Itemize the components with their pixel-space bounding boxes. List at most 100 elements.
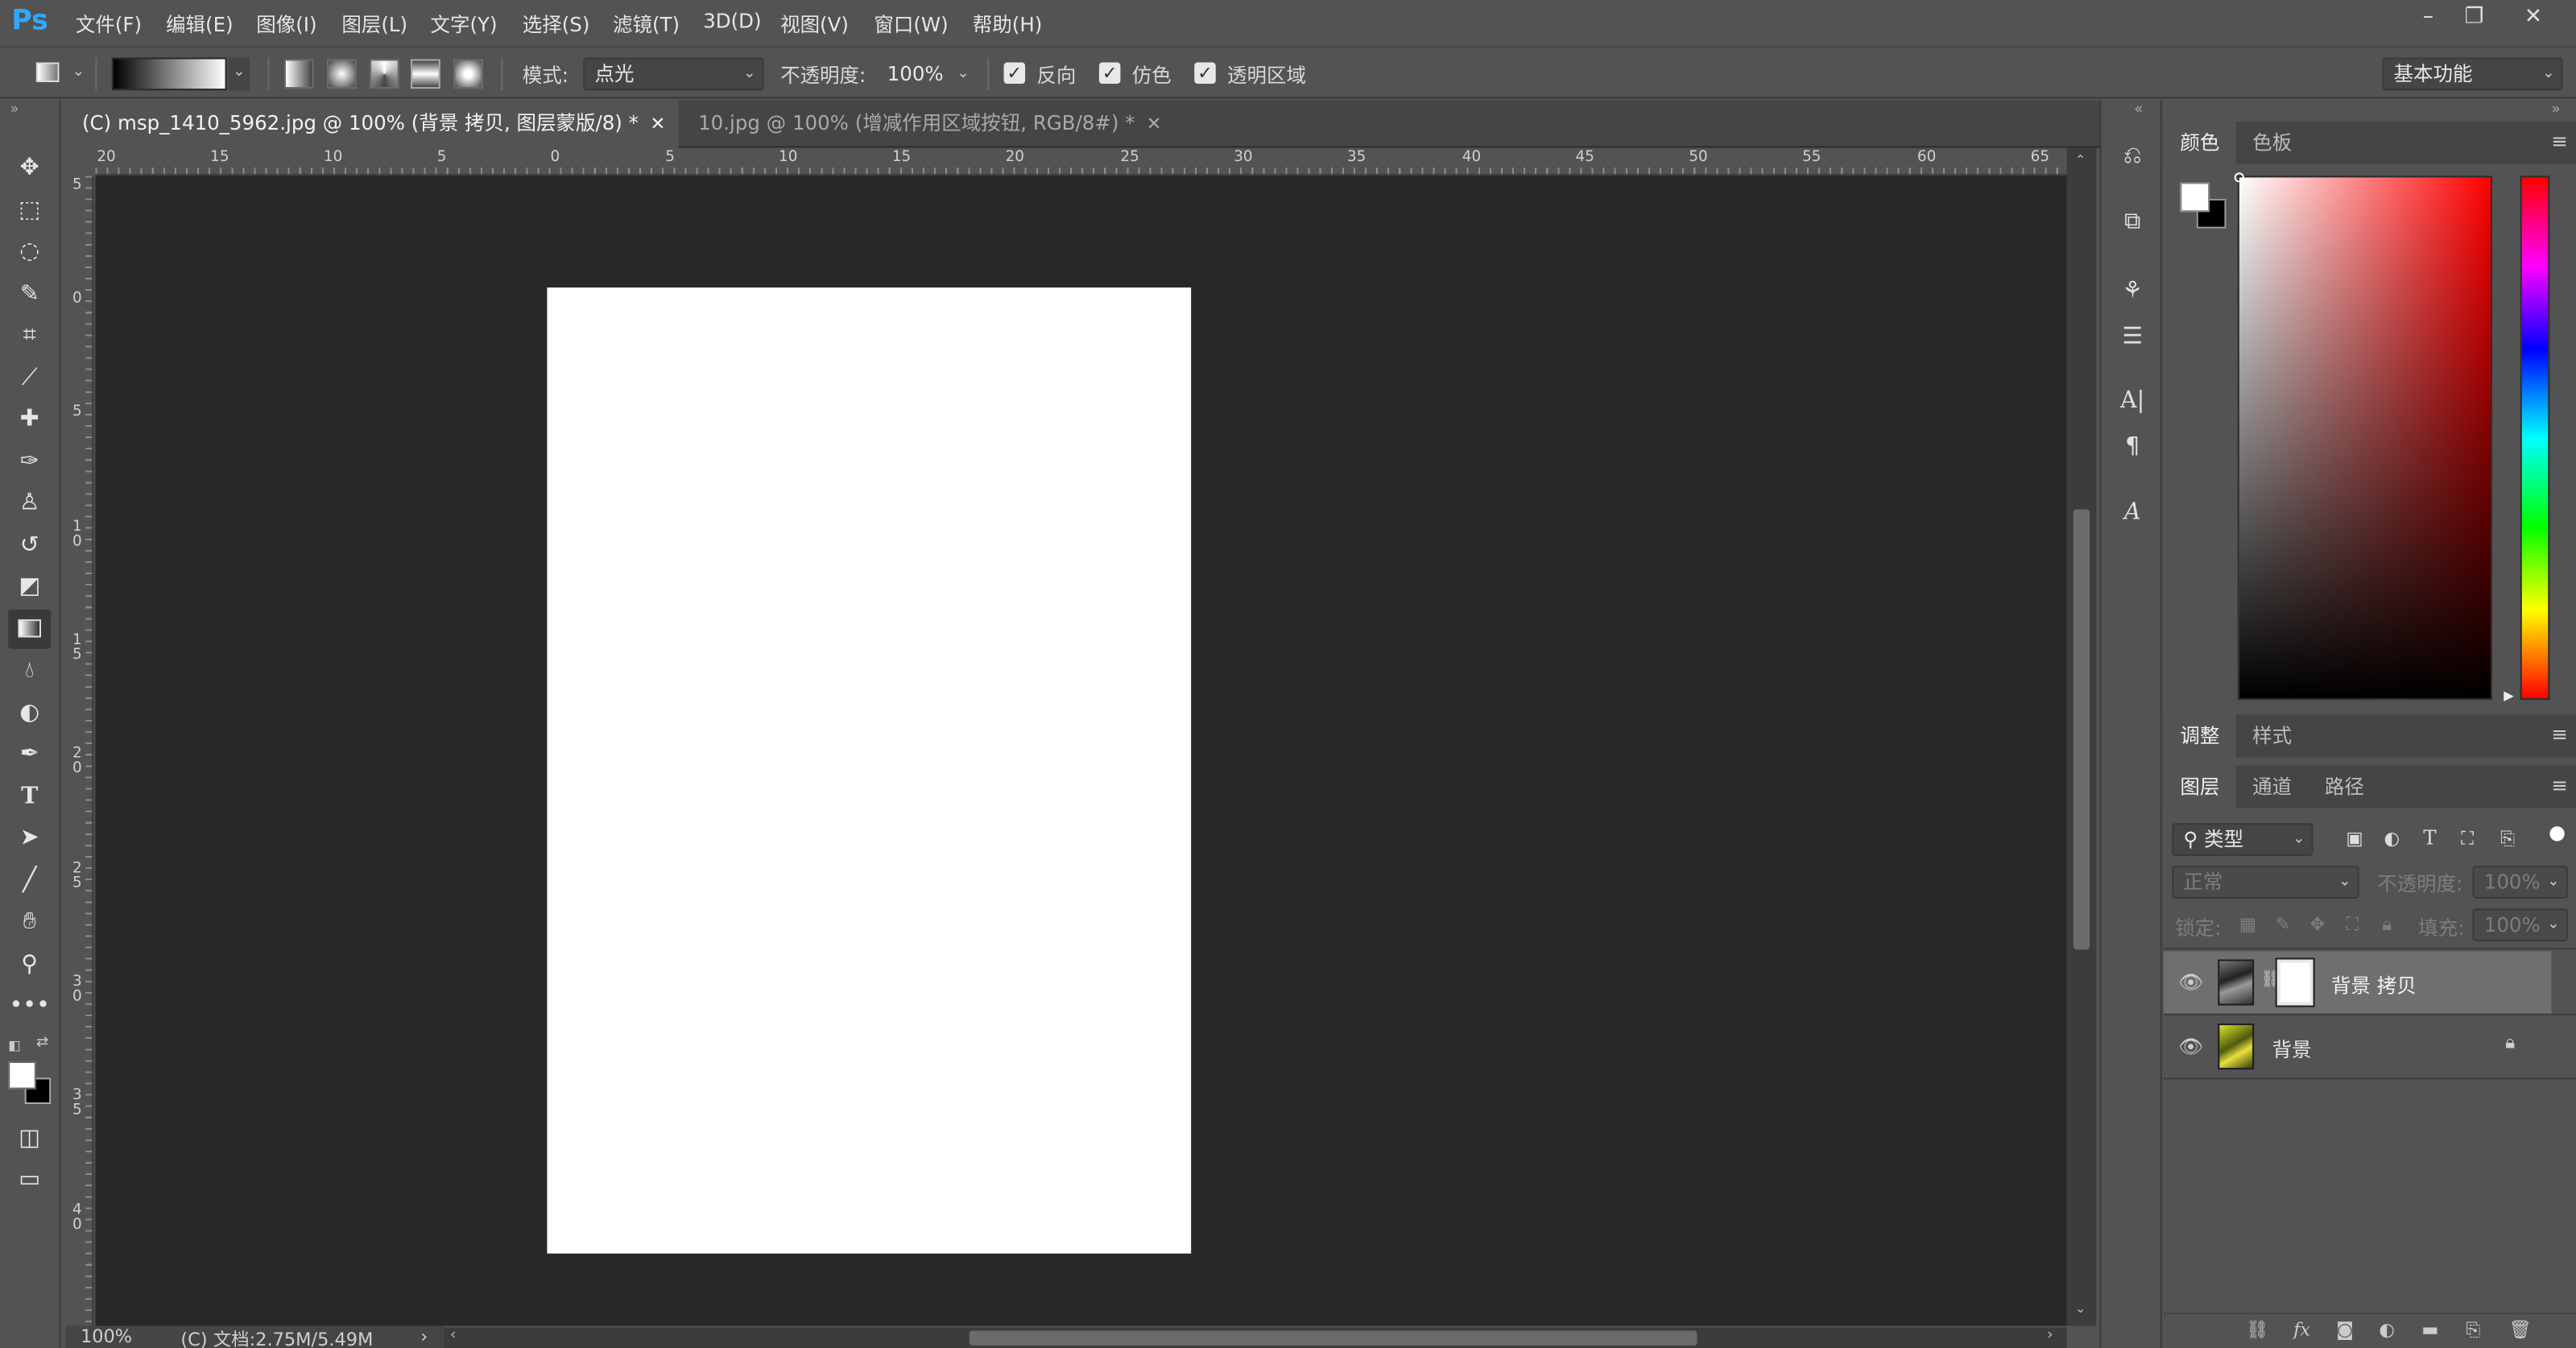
angle-gradient-button[interactable] [370, 59, 399, 89]
minimize-button[interactable]: – [2407, 3, 2450, 33]
smart-object-filter-icon[interactable]: ⎘ [2500, 828, 2515, 851]
hue-slider[interactable] [2520, 176, 2550, 701]
delete-layer-icon[interactable]: 🗑︎ [2508, 1319, 2531, 1341]
tab-layers[interactable]: 图层 [2163, 765, 2236, 808]
fill-input[interactable]: 100% ⌄ [2472, 908, 2568, 942]
move-icon[interactable]: ✥ [8, 148, 51, 188]
close-icon[interactable]: ✕ [650, 100, 665, 147]
tab-color[interactable]: 颜色 [2163, 121, 2236, 165]
reverse-checkbox[interactable]: ✓ [1003, 62, 1026, 85]
tab-paths[interactable]: 路径 [2308, 766, 2380, 808]
brush-panel-icon[interactable]: ⚘ [2116, 275, 2149, 308]
zoom-level[interactable]: 100% [81, 1325, 132, 1347]
scroll-left-icon[interactable]: ‹ [450, 1327, 456, 1343]
type-icon[interactable]: T [8, 777, 51, 817]
3d-panel-icon[interactable]: ⧉ [2116, 205, 2149, 238]
collapse-icon[interactable]: » [10, 101, 19, 118]
history-brush-icon[interactable]: ↺ [8, 526, 51, 565]
tab-channels[interactable]: 通道 [2236, 766, 2309, 808]
menu-3d[interactable]: 3D(D) [703, 10, 761, 33]
lock-artboard-icon[interactable]: ⛶ [2346, 913, 2359, 937]
scroll-right-icon[interactable]: › [2047, 1327, 2053, 1343]
gradient-picker[interactable] [111, 57, 227, 91]
tab-swatches[interactable]: 色板 [2236, 122, 2309, 164]
new-group-icon[interactable]: ▬ [2421, 1319, 2438, 1341]
menu-window[interactable]: 窗口(W) [874, 10, 948, 38]
paragraph-panel-icon[interactable]: ¶ [2116, 431, 2149, 464]
color-cursor[interactable] [2234, 172, 2244, 183]
menu-type[interactable]: 文字(Y) [431, 10, 498, 38]
reflected-gradient-button[interactable] [411, 59, 440, 89]
fx-icon[interactable]: fx [2293, 1319, 2310, 1341]
mode-select[interactable]: 点光 ⌄ [583, 57, 764, 91]
tab-msp-1410[interactable]: (C) msp_1410_5962.jpg @ 100% (背景 拷贝, 图层蒙… [65, 100, 679, 148]
chevron-right-icon[interactable]: › [420, 1325, 428, 1347]
saturation-value-field[interactable] [2237, 176, 2492, 701]
radial-gradient-button[interactable] [326, 59, 357, 89]
scroll-up-icon[interactable]: ⌃ [2075, 153, 2086, 167]
chevron-down-icon[interactable]: ⌄ [72, 64, 85, 81]
eyedropper-icon[interactable]: ⟋ [8, 358, 51, 398]
menu-layer[interactable]: 图层(L) [341, 10, 407, 38]
more-icon[interactable]: ••• [8, 986, 51, 1025]
line-icon[interactable]: ╱ [8, 861, 51, 900]
document-canvas[interactable] [547, 287, 1192, 1254]
collapse-icon[interactable]: » [2551, 101, 2560, 118]
image-filter-icon[interactable]: ▣ [2346, 828, 2363, 850]
panel-menu-icon[interactable]: ≡ [2551, 130, 2568, 153]
shape-filter-icon[interactable]: ⛶ [2461, 828, 2474, 851]
menu-edit[interactable]: 编辑(E) [166, 10, 234, 38]
menu-view[interactable]: 视图(V) [780, 10, 849, 38]
eraser-icon[interactable]: ◩ [8, 567, 51, 606]
dodge-icon[interactable]: ◐ [8, 693, 51, 733]
close-icon[interactable]: ✕ [1147, 100, 1162, 147]
vertical-scroll-thumb[interactable] [2073, 509, 2090, 950]
path-select-icon[interactable]: ➤ [8, 818, 51, 858]
foreground-color-swatch[interactable] [2180, 182, 2210, 213]
character-panel-icon[interactable]: A| [2116, 384, 2149, 417]
adjustment-filter-icon[interactable]: ◐ [2384, 828, 2400, 850]
close-button[interactable]: ✕ [2512, 3, 2554, 33]
linear-gradient-button[interactable] [283, 59, 314, 89]
gradient-picker-dropdown[interactable]: ⌄ [228, 57, 250, 91]
transparency-checkbox[interactable]: ✓ [1194, 62, 1216, 85]
layer-name[interactable]: 背景 [2272, 1035, 2312, 1063]
tool-preset-icon[interactable] [35, 62, 60, 83]
layer-mask-thumbnail[interactable] [2275, 957, 2315, 1007]
pen-icon[interactable]: ✒ [8, 734, 51, 774]
workspace-select[interactable]: 基本功能 ⌄ [2382, 57, 2563, 91]
layer-row-background[interactable]: 👁︎ 背景 🔒︎ [2164, 1015, 2551, 1078]
blend-mode-select[interactable]: 正常 ⌄ [2172, 866, 2359, 899]
menu-file[interactable]: 文件(F) [76, 10, 142, 38]
screen-mode-icon[interactable]: ▭ [8, 1160, 51, 1199]
dither-checkbox[interactable]: ✓ [1098, 62, 1121, 85]
healing-icon[interactable]: ✚ [8, 399, 51, 439]
quick-select-icon[interactable]: ✎ [8, 275, 51, 314]
history-panel-icon[interactable]: ⎌ [2116, 139, 2149, 172]
visibility-eye-icon[interactable]: 👁︎ [2178, 971, 2203, 994]
panel-menu-icon[interactable]: ≡ [2551, 774, 2568, 797]
type-filter-icon[interactable]: T [2423, 826, 2436, 850]
properties-panel-icon[interactable]: ☰ [2116, 320, 2149, 354]
tab-styles[interactable]: 样式 [2236, 714, 2309, 757]
glyphs-panel-icon[interactable]: A [2116, 496, 2149, 529]
menu-select[interactable]: 选择(S) [523, 10, 590, 38]
marquee-icon[interactable]: ⬚ [8, 191, 51, 230]
hand-icon[interactable]: ✋︎ [8, 902, 51, 941]
add-mask-icon[interactable]: ◙ [2336, 1319, 2354, 1341]
tab-10-jpg[interactable]: 10.jpg @ 100% (增减作用区域按钮, RGB/8#) * ✕ [682, 100, 1175, 147]
lock-all-icon[interactable]: 🔒︎ [2382, 913, 2392, 937]
layer-row-background-copy[interactable]: 👁︎ ⛓︎ 背景 拷贝 [2163, 951, 2552, 1014]
foreground-color-swatch[interactable] [8, 1061, 36, 1090]
gradient-icon[interactable] [8, 609, 52, 649]
hue-slider-handle[interactable]: ▶ [2504, 688, 2514, 703]
lock-position-icon[interactable]: ✥ [2310, 913, 2326, 935]
collapse-icon[interactable]: « [2134, 101, 2143, 118]
quick-mask-icon[interactable]: ◫ [8, 1119, 51, 1158]
lasso-icon[interactable]: ◌ [8, 232, 51, 271]
adjustment-layer-icon[interactable]: ◐ [2379, 1319, 2395, 1341]
zoom-icon[interactable]: ⚲ [8, 945, 51, 984]
default-colors-icon[interactable]: ◧ [8, 1038, 20, 1052]
menu-filter[interactable]: 滤镜(T) [613, 10, 680, 38]
visibility-eye-icon[interactable]: 👁︎ [2178, 1035, 2203, 1058]
